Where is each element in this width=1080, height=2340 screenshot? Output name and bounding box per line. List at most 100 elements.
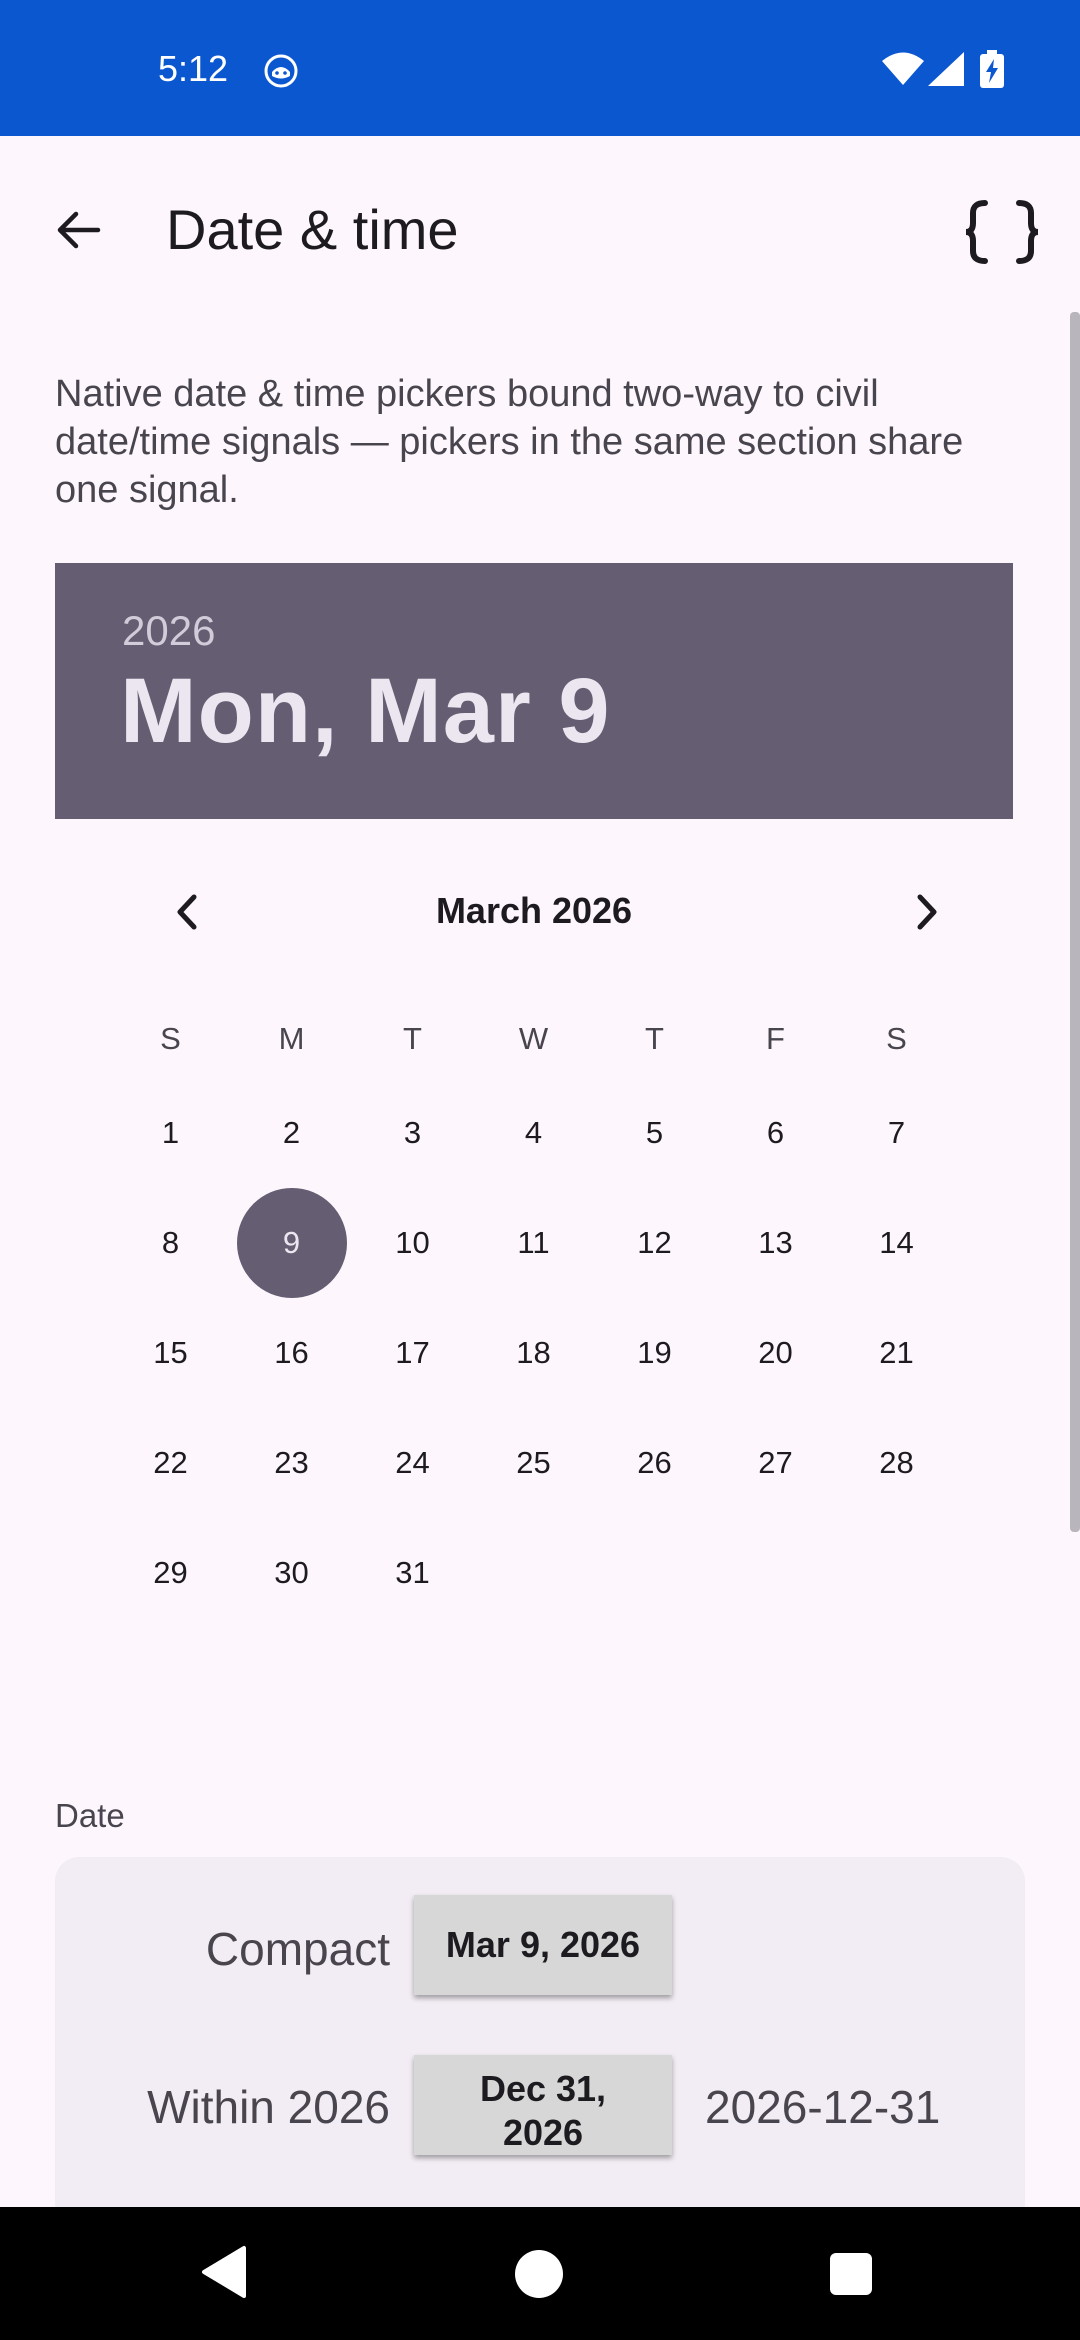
arrow-back-icon (57, 211, 101, 249)
calendar-day-label: 14 (879, 1225, 914, 1260)
calendar-day[interactable]: 31 (352, 1518, 473, 1628)
calendar-day[interactable]: 1 (110, 1078, 231, 1188)
compact-date-button[interactable]: Mar 9, 2026 (414, 1895, 672, 1995)
calendar-day[interactable]: 4 (473, 1078, 594, 1188)
nav-back-icon[interactable] (200, 2245, 248, 2299)
page-title: Date & time (166, 198, 459, 261)
calendar-day-label: 8 (161, 1225, 180, 1260)
weekday-label: M (278, 1021, 305, 1056)
calendar-weeks: 1 2 3 4 5 6 7 8 9 10 11 12 13 14 15 16 17 18 19 20 21 22 23 24 2… (110, 1078, 957, 1628)
calendar-day-label: 30 (274, 1555, 309, 1590)
battery-charging-icon (980, 50, 1004, 88)
status-time: 5:12 (158, 48, 229, 89)
nav-home-icon[interactable] (515, 2250, 563, 2298)
wifi-icon (882, 52, 924, 85)
calendar-day[interactable]: 14 (836, 1188, 957, 1298)
calendar-day-label: 26 (637, 1445, 672, 1480)
weekday-label: W (518, 1021, 549, 1056)
weekday-label: S (160, 1021, 181, 1056)
calendar-day-label: 12 (637, 1225, 672, 1260)
app-bar: Date & time (0, 136, 1080, 316)
month-label: March 2026 (435, 890, 633, 931)
row-label-within-2026: Within 2026 (147, 2081, 390, 2133)
calendar-day[interactable]: 3 (352, 1078, 473, 1188)
calendar-day[interactable]: 13 (715, 1188, 836, 1298)
calendar-day-label: 31 (395, 1555, 430, 1590)
section-label-date: Date (55, 1797, 125, 1834)
calendar-day-label: 16 (274, 1335, 309, 1370)
calendar-day[interactable]: 27 (715, 1408, 836, 1518)
view-source-button[interactable] (956, 188, 1048, 276)
iso-date-value: 2026-12-31 (705, 2081, 941, 2133)
status-bar: 5:12 (0, 0, 1080, 136)
calendar-day[interactable]: 11 (473, 1188, 594, 1298)
calendar-day[interactable]: 5 (594, 1078, 715, 1188)
next-month-button[interactable] (895, 880, 959, 944)
nav-recents-icon[interactable] (830, 2253, 872, 2295)
calendar-day[interactable]: 17 (352, 1298, 473, 1408)
calendar-week-row: 22 23 24 25 26 27 28 (110, 1408, 957, 1518)
date-picker-header: 2026 Mon, Mar 9 (55, 563, 1013, 819)
calendar-day-label: 29 (153, 1555, 188, 1590)
calendar-day-label: 25 (516, 1445, 551, 1480)
calendar-week-row: 1 2 3 4 5 6 7 (110, 1078, 957, 1188)
calendar-day[interactable]: 19 (594, 1298, 715, 1408)
back-button[interactable] (42, 194, 114, 266)
calendar-day[interactable]: 28 (836, 1408, 957, 1518)
calendar-day[interactable]: 16 (231, 1298, 352, 1408)
chevron-right-icon (917, 894, 937, 930)
calendar-week-row: 8 9 10 11 12 13 14 (110, 1188, 957, 1298)
description-text: Native date & time pickers bound two-way… (55, 373, 964, 511)
calendar-day[interactable]: 8 (110, 1188, 231, 1298)
signal-icon (928, 52, 964, 86)
app-notification-icon (264, 54, 298, 88)
calendar-day[interactable]: 22 (110, 1408, 231, 1518)
calendar-day[interactable]: 18 (473, 1298, 594, 1408)
calendar-day[interactable]: 21 (836, 1298, 957, 1408)
calendar-day-label: 27 (758, 1445, 793, 1480)
weekday-label: T (645, 1021, 664, 1056)
calendar-day[interactable]: 25 (473, 1408, 594, 1518)
calendar-day[interactable]: 30 (231, 1518, 352, 1628)
calendar-day-label: 19 (637, 1335, 672, 1370)
calendar-day-label: 17 (395, 1335, 430, 1370)
weekday-header: S M T W T F S (110, 1000, 957, 1078)
calendar-day-label: 2 (282, 1115, 301, 1150)
weekday-label: F (766, 1021, 785, 1056)
calendar-day[interactable]: 12 (594, 1188, 715, 1298)
calendar-grid: S M T W T F S 1 2 3 4 5 6 7 8 9 10 11 12 13 14 15 16 17 1… (110, 1000, 957, 1628)
calendar-week-row: 15 16 17 18 19 20 21 (110, 1298, 957, 1408)
within-2026-date-button[interactable]: Dec 31, 2026 (414, 2055, 672, 2155)
calendar-day[interactable]: 10 (352, 1188, 473, 1298)
calendar-empty-cell (715, 1518, 836, 1628)
calendar-day-label: 20 (758, 1335, 793, 1370)
calendar-day[interactable]: 15 (110, 1298, 231, 1408)
calendar-day-label: 6 (766, 1115, 785, 1150)
calendar-day[interactable]: 29 (110, 1518, 231, 1628)
calendar-day-label: 23 (274, 1445, 309, 1480)
calendar-day-label: 4 (524, 1115, 543, 1150)
calendar-day-label: 21 (879, 1335, 914, 1370)
calendar-day[interactable]: 6 (715, 1078, 836, 1188)
code-braces-icon (965, 200, 1039, 264)
calendar-empty-cell (836, 1518, 957, 1628)
month-navigation: March 2026 (55, 870, 1013, 954)
calendar-day[interactable]: 2 (231, 1078, 352, 1188)
calendar-day[interactable]: 7 (836, 1078, 957, 1188)
system-navigation-bar (0, 2207, 1080, 2340)
scrollbar[interactable] (1070, 312, 1080, 1532)
calendar-day[interactable]: 9 (231, 1188, 352, 1298)
calendar-day[interactable]: 24 (352, 1408, 473, 1518)
calendar-day-label: 11 (517, 1225, 550, 1260)
calendar-day-label: 1 (161, 1115, 180, 1150)
calendar-empty-cell (594, 1518, 715, 1628)
calendar-day-label: 15 (153, 1335, 188, 1370)
calendar-day-label: 18 (516, 1335, 551, 1370)
calendar-day-label: 7 (887, 1115, 906, 1150)
calendar-day[interactable]: 20 (715, 1298, 836, 1408)
picker-year[interactable]: 2026 (122, 607, 215, 655)
row-label-compact: Compact (205, 1923, 390, 1975)
calendar-day[interactable]: 26 (594, 1408, 715, 1518)
calendar-day[interactable]: 23 (231, 1408, 352, 1518)
calendar-day-label: 10 (395, 1225, 430, 1260)
